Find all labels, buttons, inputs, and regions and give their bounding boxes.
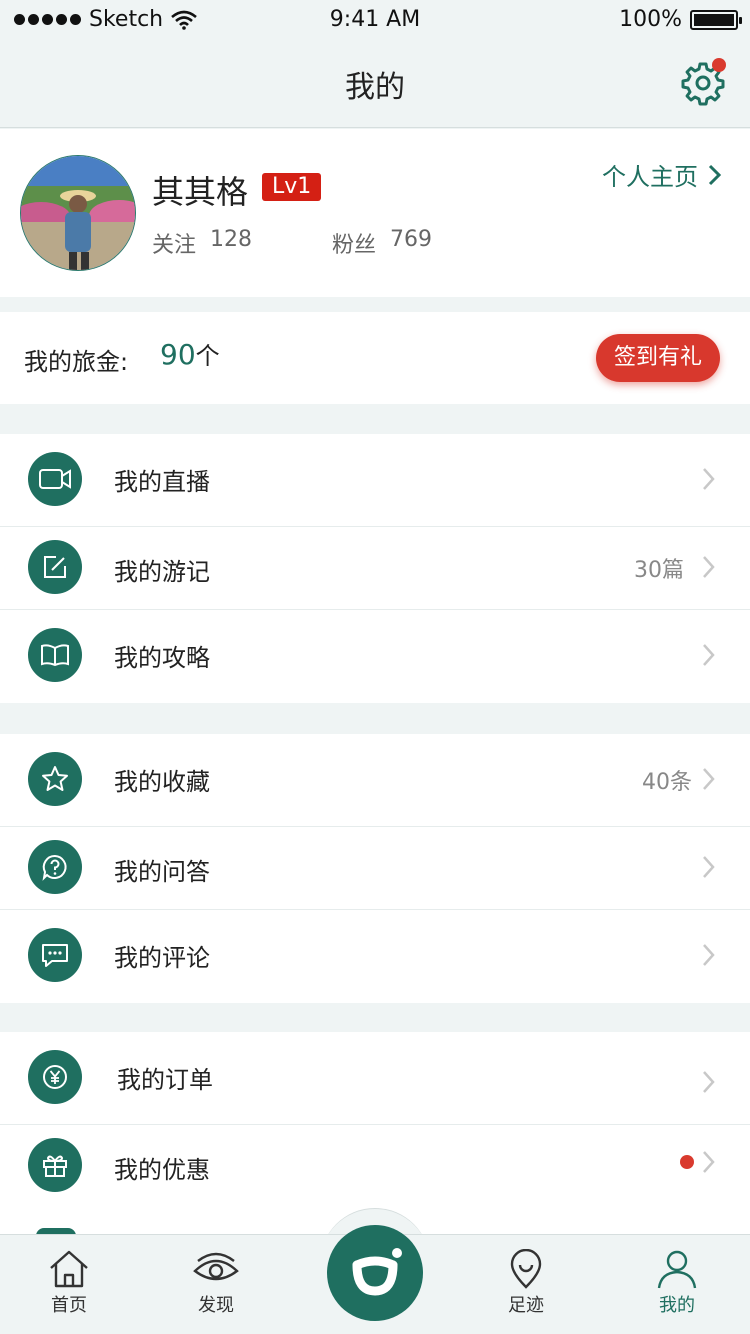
- homepage-link[interactable]: 个人主页: [602, 157, 722, 192]
- question-bubble-icon: [28, 840, 82, 894]
- chevron-right-icon: [703, 556, 715, 578]
- tab-discover[interactable]: 发现: [166, 1249, 266, 1317]
- following-label: 关注: [152, 233, 197, 258]
- user-name: 其其格: [152, 173, 249, 211]
- menu-label: 我的游记: [114, 558, 210, 586]
- chevron-right-icon: [708, 164, 722, 185]
- chevron-right-icon: [703, 468, 715, 490]
- chevron-right-icon: [703, 644, 715, 666]
- nav-bar: 我的: [0, 40, 750, 128]
- menu-item-coupons[interactable]: 我的优惠: [0, 1125, 750, 1208]
- coins-label: 我的旅金:: [24, 348, 129, 376]
- tab-footprint-label: 足迹: [508, 1295, 544, 1316]
- chevron-right-icon: [703, 856, 715, 878]
- tab-home-label: 首页: [51, 1295, 87, 1316]
- person-icon: [657, 1250, 697, 1289]
- menu-extra: 30篇: [634, 558, 684, 583]
- gift-icon: [28, 1138, 82, 1192]
- coupon-notification-dot: [680, 1155, 694, 1169]
- menu-label: 我的优惠: [114, 1156, 210, 1184]
- level-badge: Lv1: [262, 173, 322, 201]
- status-right: 100%: [619, 7, 742, 32]
- menu-item-comments[interactable]: 我的评论: [0, 910, 750, 1003]
- menu-item-guides[interactable]: 我的攻略: [0, 610, 750, 703]
- app-logo-icon: [352, 1248, 402, 1296]
- menu-group-1: 我的直播 我的游记 30篇 我的攻略: [0, 434, 750, 703]
- coins-unit: 个: [195, 342, 220, 370]
- coins-value: 90: [160, 338, 196, 371]
- following-count: 128: [210, 227, 253, 252]
- menu-item-live[interactable]: 我的直播: [0, 434, 750, 527]
- fans-count: 769: [390, 227, 433, 252]
- chevron-right-icon: [703, 768, 715, 790]
- menu-item-qa[interactable]: 我的问答: [0, 827, 750, 910]
- menu-extra: 40条: [642, 770, 692, 795]
- tab-discover-label: 发现: [198, 1295, 234, 1316]
- menu-item-travelogue[interactable]: 我的游记 30篇: [0, 527, 750, 610]
- following-stat[interactable]: 关注 128: [152, 227, 332, 259]
- avatar[interactable]: [20, 155, 136, 271]
- yen-coin-icon: [28, 1050, 82, 1104]
- menu-item-orders[interactable]: 我的订单: [0, 1032, 750, 1125]
- battery-percent: 100%: [619, 7, 682, 32]
- comment-bubble-icon: [28, 928, 82, 982]
- menu-label: 我的订单: [117, 1066, 213, 1094]
- fans-stat[interactable]: 粉丝 769: [332, 227, 512, 259]
- edit-note-icon: [28, 540, 82, 594]
- menu-label: 我的问答: [114, 858, 210, 886]
- menu-group-2: 我的收藏 40条 我的问答 我的评论: [0, 734, 750, 1003]
- signin-reward-button[interactable]: 签到有礼: [596, 334, 720, 382]
- menu-item-favorites[interactable]: 我的收藏 40条: [0, 734, 750, 827]
- star-icon: [28, 752, 82, 806]
- menu-label: 我的评论: [114, 944, 210, 972]
- tab-mine[interactable]: 我的: [627, 1249, 727, 1317]
- chevron-right-icon: [703, 944, 715, 966]
- fans-label: 粉丝: [332, 233, 377, 258]
- profile-stats: 关注 128 粉丝 769: [152, 227, 512, 259]
- avatar-photo: [21, 156, 135, 270]
- location-pin-icon: [510, 1249, 542, 1289]
- chevron-right-icon: [703, 1151, 715, 1173]
- center-camera-button[interactable]: [327, 1225, 423, 1321]
- video-camera-icon: [28, 452, 82, 506]
- menu-label: 我的攻略: [114, 644, 210, 672]
- eye-icon: [193, 1252, 239, 1281]
- coins-bar: 我的旅金: 90个 签到有礼: [0, 312, 750, 404]
- settings-notification-dot: [712, 58, 726, 72]
- coins-value-wrap: 90个: [160, 336, 220, 371]
- menu-group-3: 我的订单 我的优惠: [0, 1032, 750, 1234]
- battery-icon: [690, 9, 742, 30]
- menu-label: 我的收藏: [114, 768, 210, 796]
- status-bar: Sketch 9:41 AM 100%: [0, 0, 750, 40]
- homepage-label: 个人主页: [602, 163, 698, 191]
- home-icon: [50, 1250, 88, 1288]
- tab-mine-label: 我的: [659, 1295, 695, 1316]
- chevron-right-icon: [703, 1071, 715, 1093]
- tab-footprint[interactable]: 足迹: [476, 1249, 576, 1317]
- page-title: 我的: [345, 70, 405, 105]
- menu-label: 我的直播: [114, 468, 210, 496]
- profile-card[interactable]: 其其格 Lv1 关注 128 粉丝 769 个人主页: [0, 129, 750, 297]
- tab-home[interactable]: 首页: [19, 1249, 119, 1317]
- open-book-icon: [28, 628, 82, 682]
